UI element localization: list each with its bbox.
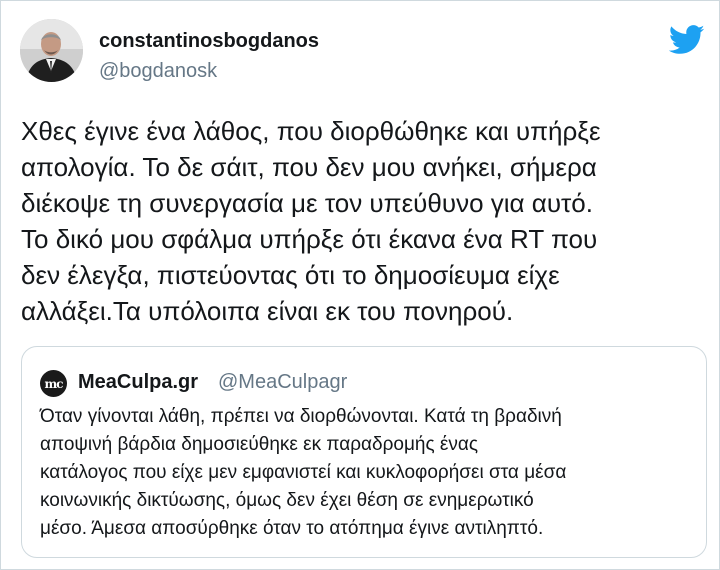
tweet-text: Χθες έγινε ένα λάθος, που διορθώθηκε και… [21,116,601,326]
twitter-bird-icon[interactable] [669,25,705,55]
tweet-card: constantinosbogdanos @bogdanosk Χθες έγι… [0,0,720,570]
author-handle[interactable]: @bogdanosk [99,60,217,83]
profile-photo-icon [20,19,83,82]
quoted-author-handle[interactable]: @MeaCulpagr [218,371,347,394]
quoted-tweet[interactable]: mc MeaCulpa.gr @MeaCulpagr Όταν γίνονται… [21,346,707,558]
quoted-tweet-text: Όταν γίνονται λάθη, πρέπει να διορθώνοντ… [40,406,567,539]
author-avatar[interactable] [20,19,83,82]
author-name[interactable]: constantinosbogdanos [99,30,319,53]
quoted-author-name[interactable]: MeaCulpa.gr [78,371,198,394]
meaculpa-logo-icon: mc [40,370,67,397]
